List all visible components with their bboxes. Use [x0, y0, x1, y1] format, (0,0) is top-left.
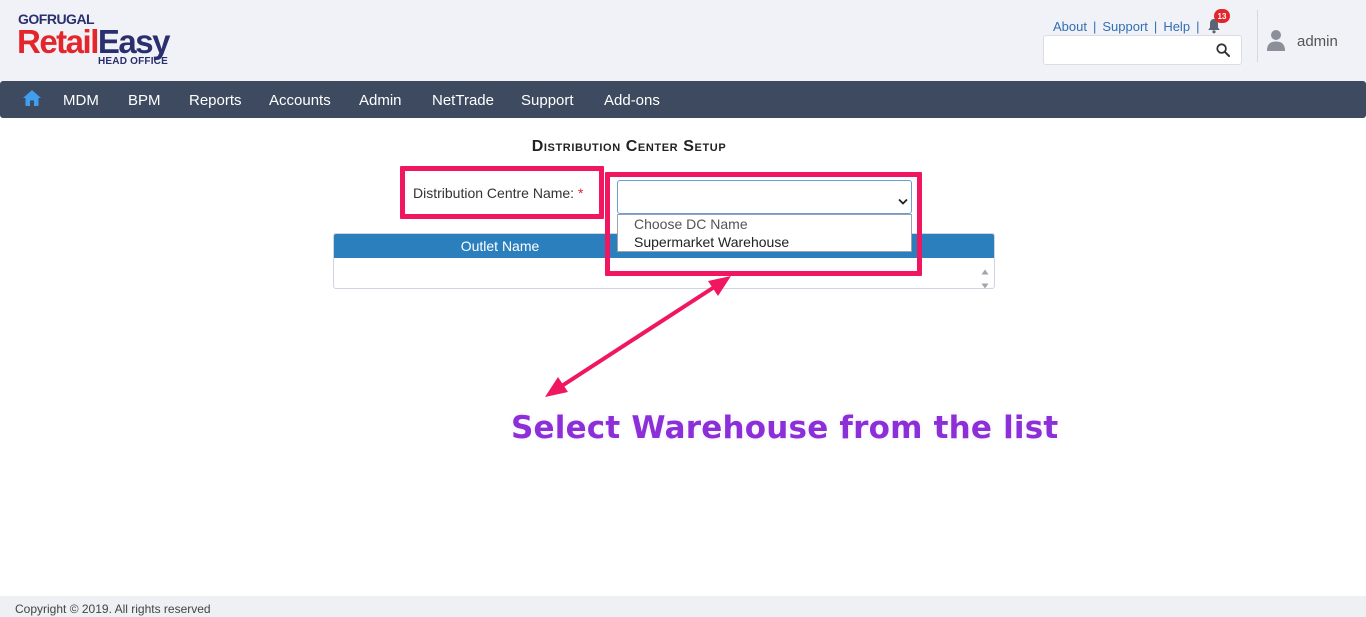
annotation-arrow: [545, 276, 731, 397]
annotation-instruction: Select Warehouse from the list: [511, 410, 1059, 446]
copyright-text: Copyright © 2019. All rights reserved: [15, 602, 211, 616]
page-footer: Copyright © 2019. All rights reserved: [0, 596, 1366, 617]
